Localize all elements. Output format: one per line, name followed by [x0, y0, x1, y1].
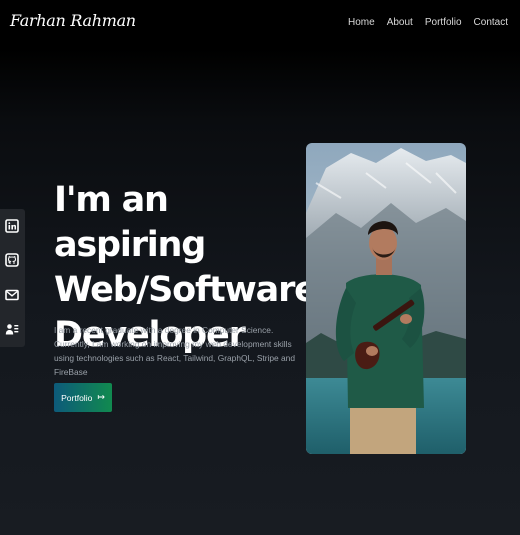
- portrait-photo: [306, 143, 466, 454]
- portfolio-button[interactable]: Portfolio ↦: [54, 383, 112, 412]
- hero-description: I am a recent graduate with a degree in …: [54, 325, 295, 377]
- nav-links: Home About Portfolio Contact: [336, 17, 508, 28]
- hero-title-line-1: I'm an aspiring: [54, 180, 206, 265]
- arrow-right-icon: ↦: [97, 392, 105, 402]
- nav-link-about[interactable]: About: [387, 17, 413, 28]
- social-sidebar: [0, 209, 25, 347]
- linkedin-icon[interactable]: [5, 219, 19, 233]
- nav-link-contact[interactable]: Contact: [474, 17, 508, 28]
- nav-link-home[interactable]: Home: [348, 17, 375, 28]
- mail-icon[interactable]: [5, 288, 19, 302]
- top-navbar: Farhan Rahman Home About Portfolio Conta…: [0, 0, 520, 48]
- resume-icon[interactable]: [5, 322, 19, 336]
- github-icon[interactable]: [5, 253, 19, 267]
- nav-link-portfolio[interactable]: Portfolio: [425, 17, 462, 28]
- brand-logo[interactable]: Farhan Rahman: [10, 11, 136, 30]
- hero-title-line-2: Web/Software: [54, 270, 318, 310]
- portfolio-button-label: Portfolio: [61, 392, 93, 403]
